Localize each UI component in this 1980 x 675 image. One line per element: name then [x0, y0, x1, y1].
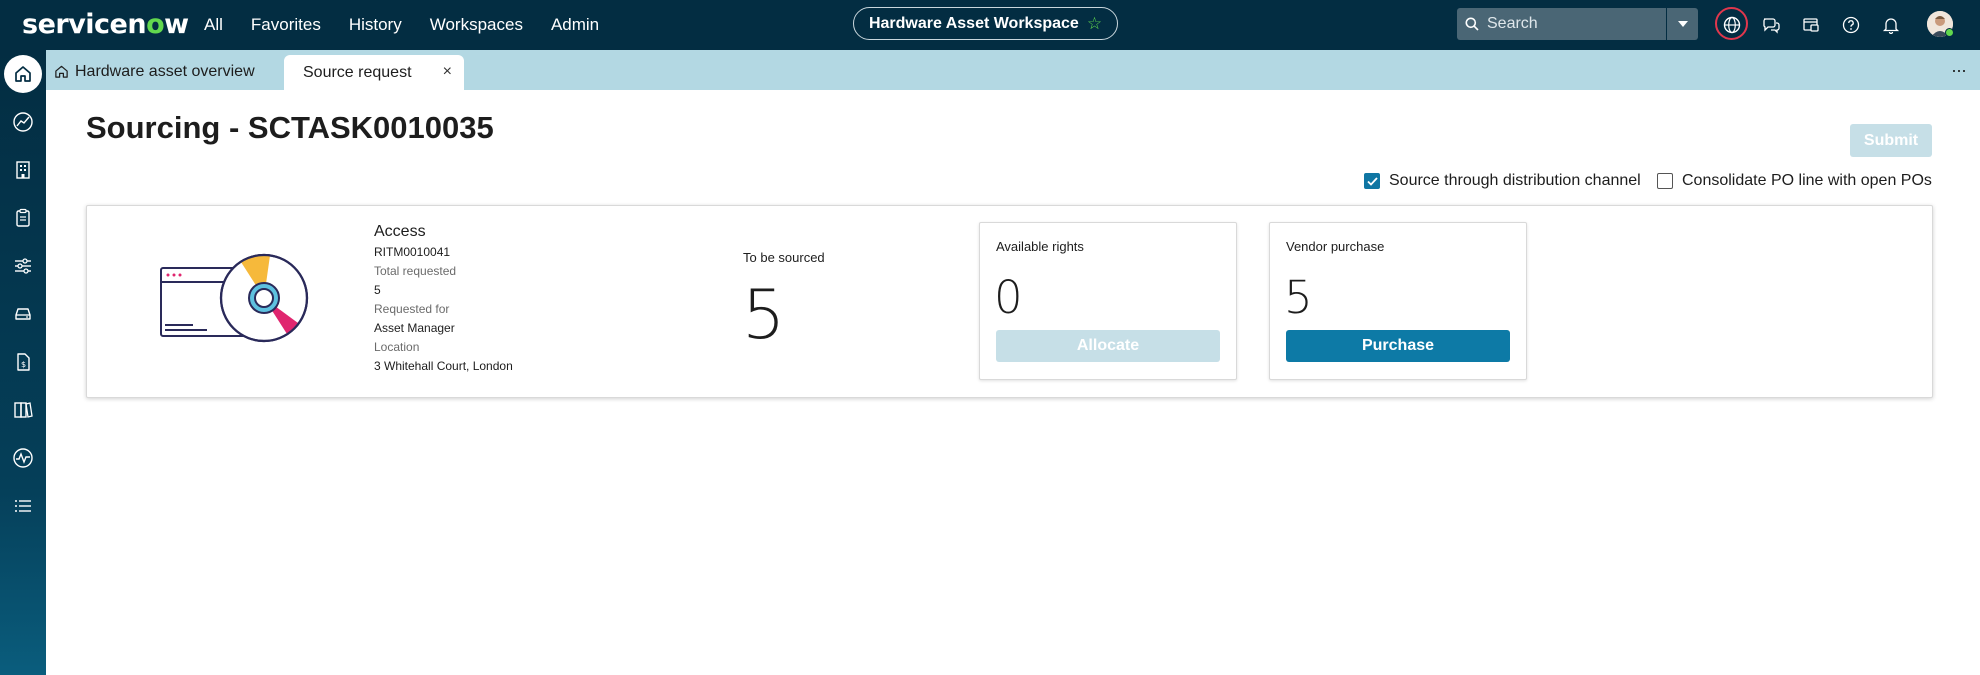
analytics-icon	[13, 112, 33, 132]
consolidate-checkbox[interactable]	[1657, 173, 1673, 189]
list-icon	[15, 500, 31, 512]
software-disc-illustration	[160, 253, 309, 343]
total-requested-label: Total requested	[374, 264, 457, 278]
star-icon[interactable]: ☆	[1087, 14, 1102, 34]
global-search	[1457, 8, 1666, 40]
to-be-sourced-label: To be sourced	[743, 250, 825, 265]
distribution-checkbox-label: Source through distribution channel	[1389, 172, 1641, 189]
more-options-icon[interactable]: ···	[1951, 60, 1967, 81]
menu-workspaces[interactable]: Workspaces	[430, 15, 523, 35]
search-input[interactable]	[1487, 15, 1647, 33]
option-distribution-channel[interactable]: Source through distribution channel	[1364, 172, 1641, 190]
home-icon	[55, 65, 68, 78]
globe-icon[interactable]	[1718, 11, 1746, 39]
workspace-title: Hardware Asset Workspace	[868, 14, 1079, 32]
svg-text:$: $	[21, 360, 26, 369]
sidebar-item-list[interactable]	[4, 487, 42, 525]
workspace-title-pill[interactable]: Hardware Asset Workspace ☆	[853, 7, 1118, 40]
building-icon	[16, 161, 30, 179]
servicenow-logo[interactable]: servicenow	[22, 9, 189, 40]
tab-label: Hardware asset overview	[75, 62, 255, 80]
item-details: Access RITM0010041 Total requested 5 Req…	[374, 223, 513, 378]
to-be-sourced-value: 5	[742, 276, 785, 355]
contract-icon: $	[17, 353, 30, 371]
top-navigation: servicenow All Favorites History Workspa…	[0, 0, 1980, 50]
tab-label: Source request	[303, 63, 412, 81]
distribution-checkbox[interactable]	[1364, 173, 1380, 189]
sidebar-item-assets[interactable]	[4, 295, 42, 333]
bell-icon[interactable]	[1877, 11, 1905, 39]
option-consolidate-po[interactable]: Consolidate PO line with open POs	[1657, 172, 1932, 190]
request-id[interactable]: RITM0010041	[374, 245, 513, 259]
vendor-purchase-panel: Vendor purchase 5 Purchase	[1269, 222, 1527, 380]
home-icon	[15, 66, 31, 82]
help-icon[interactable]	[1837, 11, 1865, 39]
allocate-button[interactable]: Allocate	[996, 330, 1220, 362]
tab-source-request[interactable]: Source request ×	[284, 55, 464, 90]
tab-bar: Hardware asset overview Source request ×…	[46, 50, 1980, 90]
checkmark-icon	[1366, 176, 1378, 186]
sidebar-item-settings[interactable]	[4, 247, 42, 285]
chevron-down-icon	[1677, 21, 1688, 27]
catalog-icon	[14, 402, 33, 418]
available-rights-label: Available rights	[996, 239, 1084, 254]
sliders-icon	[15, 258, 31, 274]
presence-status-dot	[1945, 28, 1954, 37]
workspace-badge-icon[interactable]	[1797, 11, 1825, 39]
tab-hardware-asset-overview[interactable]: Hardware asset overview	[54, 53, 255, 90]
sidebar-item-locations[interactable]	[4, 151, 42, 189]
activity-icon	[13, 448, 33, 468]
chat-icon[interactable]	[1757, 11, 1785, 39]
sidebar-item-home[interactable]	[4, 55, 42, 93]
consolidate-checkbox-label: Consolidate PO line with open POs	[1682, 172, 1932, 189]
menu-favorites[interactable]: Favorites	[251, 15, 321, 35]
sidebar-item-tasks[interactable]	[4, 199, 42, 237]
page-title: Sourcing - SCTASK0010035	[86, 110, 494, 145]
search-scope-dropdown[interactable]	[1667, 8, 1698, 40]
left-sidebar: $	[0, 50, 46, 675]
sidebar-item-catalog[interactable]	[4, 391, 42, 429]
vendor-purchase-value: 5	[1284, 271, 1313, 324]
sidebar-item-health[interactable]	[4, 439, 42, 477]
menu-history[interactable]: History	[349, 15, 402, 35]
submit-button[interactable]: Submit	[1850, 124, 1932, 157]
menu-admin[interactable]: Admin	[551, 15, 599, 35]
available-rights-value: 0	[994, 271, 1023, 324]
search-icon	[1465, 17, 1479, 31]
drive-icon	[15, 308, 31, 320]
vendor-purchase-label: Vendor purchase	[1286, 239, 1385, 254]
total-requested-value: 5	[374, 283, 381, 297]
item-name: Access	[374, 223, 426, 240]
main-menu: All Favorites History Workspaces Admin	[204, 0, 599, 50]
menu-all[interactable]: All	[204, 15, 223, 35]
requested-for-value: Asset Manager	[374, 321, 455, 335]
close-icon[interactable]: ×	[443, 63, 452, 81]
sidebar-item-contracts[interactable]: $	[4, 343, 42, 381]
available-rights-panel: Available rights 0 Allocate	[979, 222, 1237, 380]
requested-for-label: Requested for	[374, 302, 450, 316]
sidebar-item-analytics[interactable]	[4, 103, 42, 141]
location-label: Location	[374, 340, 420, 354]
purchase-button[interactable]: Purchase	[1286, 330, 1510, 362]
location-value: 3 Whitehall Court, London	[374, 359, 513, 373]
sourcing-item-card: Access RITM0010041 Total requested 5 Req…	[86, 205, 1933, 398]
clipboard-icon	[16, 208, 30, 227]
